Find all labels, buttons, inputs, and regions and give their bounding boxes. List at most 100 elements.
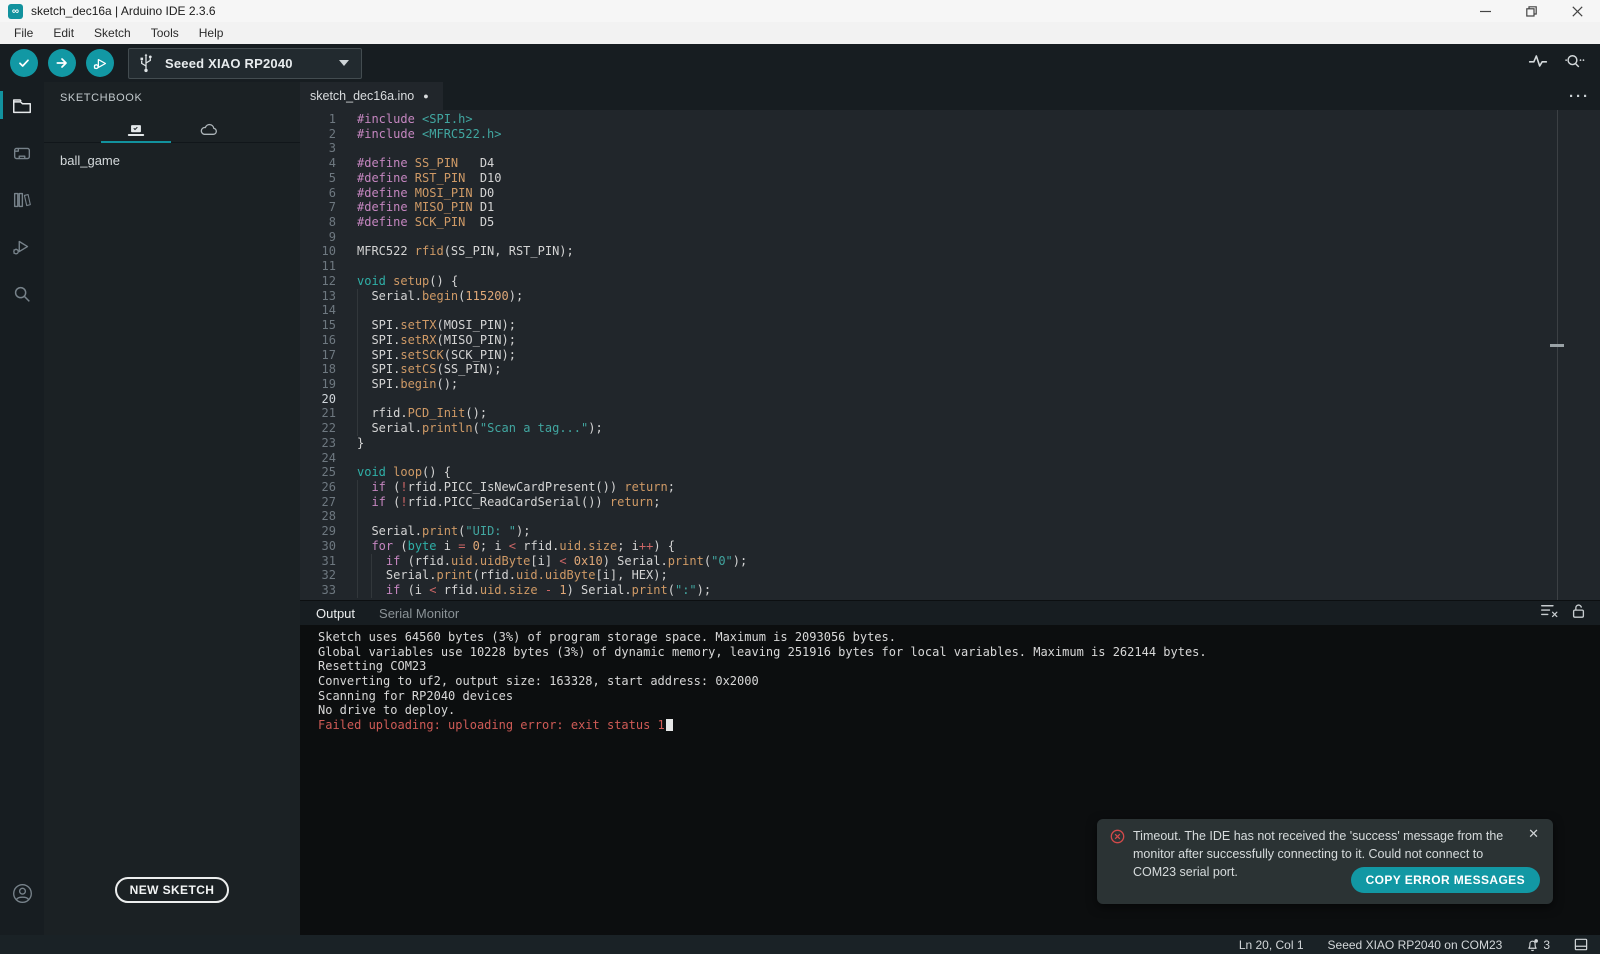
sidebar-item-boards-manager[interactable] (0, 129, 44, 176)
notification-count: 3 (1543, 938, 1550, 952)
output-line: Failed uploading: uploading error: exit … (318, 718, 1600, 733)
code-line: 27 if (!rfid.PICC_ReadCardSerial()) retu… (300, 495, 1600, 510)
window-title: sketch_dec16a | Arduino IDE 2.3.6 (31, 4, 216, 18)
editor-more-actions-icon[interactable]: ··· (1569, 82, 1590, 110)
code-line: 33 if (i < rfid.uid.size - 1) Serial.pri… (300, 583, 1600, 598)
close-button[interactable] (1554, 0, 1600, 22)
code-line: 21 rfid.PCD_Init(); (300, 406, 1600, 421)
code-line: 10MFRC522 rfid(SS_PIN, RST_PIN); (300, 244, 1600, 259)
sketchbook-panel: SKETCHBOOK ball_game NEW SKETCH (44, 82, 300, 935)
serial-monitor-icon[interactable] (1564, 52, 1586, 75)
terminal-cursor (666, 719, 673, 731)
arduino-logo-icon: ∞ (8, 4, 23, 19)
board-port-status[interactable]: Seeed XIAO RP2040 on COM23 (1328, 938, 1503, 952)
menu-item-sketch[interactable]: Sketch (84, 24, 141, 42)
code-line: 26 if (!rfid.PICC_IsNewCardPresent()) re… (300, 480, 1600, 495)
title-bar: ∞ sketch_dec16a | Arduino IDE 2.3.6 (0, 0, 1600, 22)
output-line: Resetting COM23 (318, 659, 1600, 674)
code-line: 1#include <SPI.h> (300, 112, 1600, 127)
lock-scroll-icon[interactable] (1571, 603, 1586, 624)
tab-output[interactable]: Output (308, 606, 363, 621)
new-sketch-button[interactable]: NEW SKETCH (115, 877, 229, 903)
code-line: 14 (300, 303, 1600, 318)
output-line: Sketch uses 64560 bytes (3%) of program … (318, 630, 1600, 645)
code-line: 16 SPI.setRX(MISO_PIN); (300, 333, 1600, 348)
tab-local-sketchbook[interactable] (100, 118, 172, 142)
code-line: 6#define MOSI_PIN D0 (300, 186, 1600, 201)
board-selector-label: Seeed XIAO RP2040 (165, 56, 293, 71)
notifications-bell[interactable]: 3 (1526, 938, 1550, 952)
code-line: 28 (300, 509, 1600, 524)
code-line: 24 (300, 451, 1600, 466)
code-line: 32 Serial.print(rfid.uid.uidByte[i], HEX… (300, 568, 1600, 583)
tab-filename: sketch_dec16a.ino (310, 89, 414, 103)
clear-output-icon[interactable] (1540, 603, 1559, 623)
notification-toast: Timeout. The IDE has not received the 's… (1097, 819, 1553, 904)
code-line: 13 Serial.begin(115200); (300, 289, 1600, 304)
menu-bar: FileEditSketchToolsHelp (0, 22, 1600, 44)
chevron-down-icon (339, 60, 349, 66)
tab-sketch-file[interactable]: sketch_dec16a.ino ● (300, 82, 443, 110)
board-selector[interactable]: Seeed XIAO RP2040 (128, 48, 362, 79)
code-line: 2#include <MFRC522.h> (300, 127, 1600, 142)
usb-icon (139, 53, 153, 73)
unsaved-dot-icon: ● (423, 91, 428, 101)
arduino-ide-window: ∞ sketch_dec16a | Arduino IDE 2.3.6 File… (0, 0, 1600, 954)
tab-serial-monitor[interactable]: Serial Monitor (371, 606, 467, 621)
copy-error-messages-button[interactable]: COPY ERROR MESSAGES (1351, 867, 1540, 893)
code-line: 20 (300, 392, 1600, 407)
menu-item-file[interactable]: File (4, 24, 43, 42)
code-line: 29 Serial.print("UID: "); (300, 524, 1600, 539)
debug-button[interactable] (86, 49, 114, 77)
activity-bar (0, 82, 44, 935)
editor-scrollbar-marker (1550, 344, 1564, 347)
code-line: 18 SPI.setCS(SS_PIN); (300, 362, 1600, 377)
tab-cloud-sketchbook[interactable] (172, 118, 244, 142)
code-line: 5#define RST_PIN D10 (300, 171, 1600, 186)
list-item-sketch[interactable]: ball_game (44, 143, 300, 178)
code-line: 11 (300, 259, 1600, 274)
code-line: 23} (300, 436, 1600, 451)
status-bar: Ln 20, Col 1 Seeed XIAO RP2040 on COM23 … (0, 935, 1600, 954)
code-line: 9 (300, 230, 1600, 245)
menu-item-help[interactable]: Help (189, 24, 234, 42)
output-line: No drive to deploy. (318, 703, 1600, 718)
menu-item-edit[interactable]: Edit (43, 24, 84, 42)
code-line: 22 Serial.println("Scan a tag..."); (300, 421, 1600, 436)
output-line: Global variables use 10228 bytes (3%) of… (318, 645, 1600, 660)
editor-scrollbar[interactable] (1557, 110, 1558, 600)
code-line: 3 (300, 141, 1600, 156)
notification-close-icon[interactable]: ✕ (1528, 826, 1539, 842)
output-line: Converting to uf2, output size: 163328, … (318, 674, 1600, 689)
toggle-panel-icon[interactable] (1574, 938, 1588, 951)
sketchbook-tabs (44, 118, 300, 143)
code-line: 12void setup() { (300, 274, 1600, 289)
code-line: 17 SPI.setSCK(SCK_PIN); (300, 348, 1600, 363)
account-icon[interactable] (0, 882, 44, 905)
menu-item-tools[interactable]: Tools (141, 24, 189, 42)
error-icon (1110, 829, 1125, 849)
code-line: 25void loop() { (300, 465, 1600, 480)
sidebar-item-search[interactable] (0, 270, 44, 317)
code-editor[interactable]: 1#include <SPI.h>2#include <MFRC522.h>3 … (300, 110, 1600, 600)
sketchbook-header: SKETCHBOOK (44, 82, 300, 104)
sidebar-item-sketchbook[interactable] (0, 82, 44, 129)
serial-plotter-icon[interactable] (1528, 52, 1548, 75)
editor-tab-bar: sketch_dec16a.ino ● ··· (300, 82, 1600, 110)
code-line: 31 if (rfid.uid.uidByte[i] < 0x10) Seria… (300, 554, 1600, 569)
code-line: 7#define MISO_PIN D1 (300, 200, 1600, 215)
minimize-button[interactable] (1462, 0, 1508, 22)
toolbar: Seeed XIAO RP2040 (0, 44, 1600, 82)
upload-button[interactable] (48, 49, 76, 77)
verify-button[interactable] (10, 49, 38, 77)
sidebar-item-debug[interactable] (0, 223, 44, 270)
output-panel-header: Output Serial Monitor (300, 600, 1600, 625)
code-line: 30 for (byte i = 0; i < rfid.uid.size; i… (300, 539, 1600, 554)
cursor-position[interactable]: Ln 20, Col 1 (1239, 938, 1304, 952)
code-line: 15 SPI.setTX(MOSI_PIN); (300, 318, 1600, 333)
code-line: 8#define SCK_PIN D5 (300, 215, 1600, 230)
code-line: 19 SPI.begin(); (300, 377, 1600, 392)
code-line: 4#define SS_PIN D4 (300, 156, 1600, 171)
sidebar-item-library-manager[interactable] (0, 176, 44, 223)
restore-button[interactable] (1508, 0, 1554, 22)
